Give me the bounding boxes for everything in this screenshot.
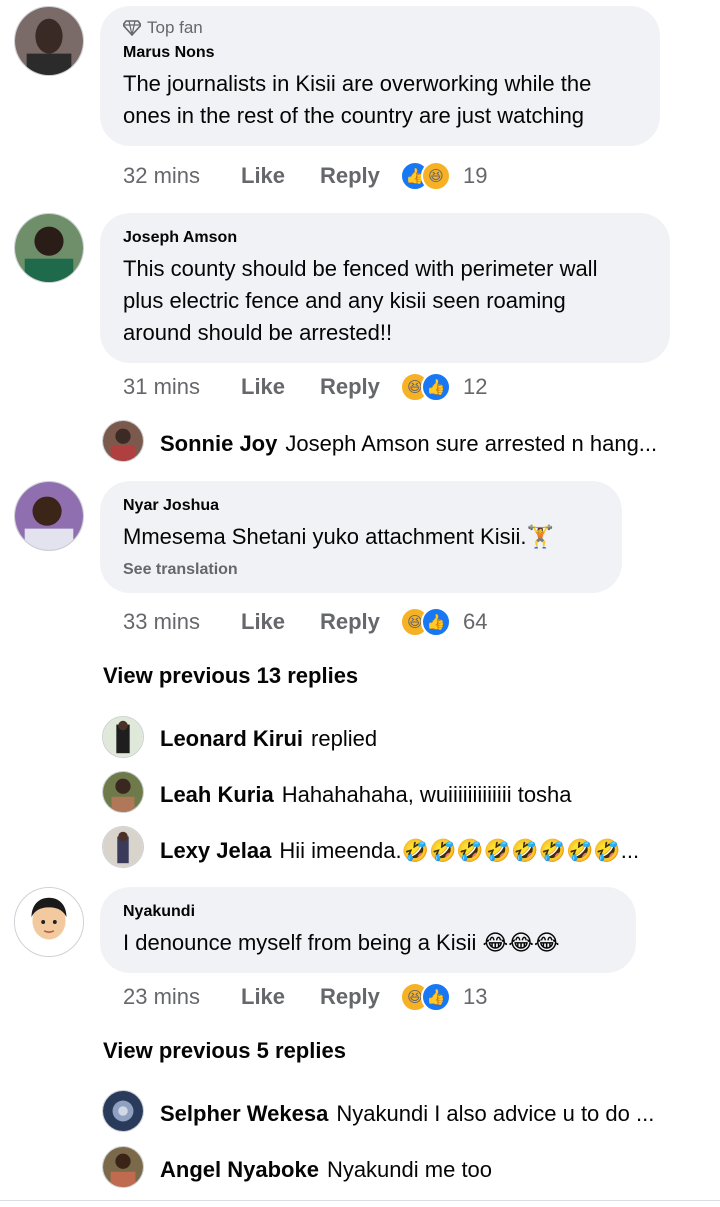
reply-item[interactable]: Sonnie Joy Joseph Amson sure arrested n h… — [160, 427, 700, 461]
thumbs-up-icon: 👍 — [421, 982, 451, 1012]
reply-text: Joseph Amson sure arrested n hang... — [285, 431, 658, 456]
comment-actions: 33 mins Like Reply 😆 👍 64 — [123, 604, 487, 640]
avatar[interactable] — [14, 887, 84, 957]
reply-item[interactable]: Angel Nyaboke Nyakundi me too — [160, 1153, 700, 1187]
comment-actions: 31 mins Like Reply 😆 👍 12 — [123, 369, 487, 405]
comment-author[interactable]: Joseph Amson — [123, 229, 648, 247]
reply-item[interactable]: Lexy Jelaa Hii imeenda.🤣🤣🤣🤣🤣🤣🤣🤣... — [160, 834, 700, 868]
reply-button[interactable]: Reply — [320, 984, 400, 1010]
reply-text: Nyakundi I also advice u to do ... — [336, 1101, 655, 1126]
reply-item[interactable]: Leonard Kirui replied — [160, 722, 700, 756]
reaction-summary[interactable]: 😆 👍 12 — [400, 372, 487, 402]
comment-bubble: Nyakundi I denounce myself from being a … — [100, 887, 636, 973]
reply-author[interactable]: Angel Nyaboke — [160, 1157, 319, 1182]
avatar[interactable] — [102, 1146, 144, 1188]
comment-actions: 23 mins Like Reply 😆 👍 13 — [123, 979, 487, 1015]
reply-text: Nyakundi me too — [326, 1157, 493, 1182]
comment-text: Mmesema Shetani yuko attachment Kisii.🏋 — [123, 524, 554, 549]
reply-author[interactable]: Leonard Kirui — [160, 726, 303, 751]
avatar[interactable] — [102, 826, 144, 868]
avatar[interactable] — [102, 771, 144, 813]
like-button[interactable]: Like — [241, 163, 320, 189]
avatar[interactable] — [14, 213, 84, 283]
see-translation-link[interactable]: See translation — [123, 561, 600, 579]
reply-button[interactable]: Reply — [320, 163, 400, 189]
comment-bubble: Joseph Amson This county should be fence… — [100, 213, 670, 363]
comment-actions: 32 mins Like Reply 👍 😆 19 — [123, 158, 487, 194]
reply-text: Hii imeenda.🤣🤣🤣🤣🤣🤣🤣🤣... — [279, 838, 640, 863]
reply-author[interactable]: Leah Kuria — [160, 782, 274, 807]
comment-time[interactable]: 32 mins — [123, 163, 241, 189]
reaction-summary[interactable]: 😆 👍 64 — [400, 607, 487, 637]
reply-item[interactable]: Leah Kuria Hahahahaha, wuiiiiiiiiiiiii to… — [160, 778, 700, 812]
top-fan-badge: Top fan — [123, 18, 638, 38]
reply-button[interactable]: Reply — [320, 609, 400, 635]
reaction-summary[interactable]: 😆 👍 13 — [400, 982, 487, 1012]
laughing-face-icon: 😆 — [421, 161, 451, 191]
reply-author[interactable]: Lexy Jelaa — [160, 838, 271, 863]
view-previous-replies-link[interactable]: View previous 5 replies — [103, 1038, 346, 1064]
like-button[interactable]: Like — [241, 609, 320, 635]
reaction-count: 19 — [463, 163, 488, 188]
reaction-summary[interactable]: 👍 😆 19 — [400, 161, 487, 191]
reaction-count: 13 — [463, 984, 488, 1009]
comment-author[interactable]: Nyakundi — [123, 903, 614, 921]
comment-time[interactable]: 23 mins — [123, 984, 241, 1010]
badge-label: Top fan — [147, 18, 203, 37]
reply-author[interactable]: Sonnie Joy — [160, 431, 277, 456]
view-previous-replies-link[interactable]: View previous 13 replies — [103, 663, 358, 689]
comment-text: The journalists in Kisii are overworking… — [123, 71, 592, 128]
comment-author[interactable]: Nyar Joshua — [123, 497, 600, 515]
reply-item[interactable]: Selpher Wekesa Nyakundi I also advice u t… — [160, 1097, 700, 1131]
like-button[interactable]: Like — [241, 374, 320, 400]
reaction-count: 64 — [463, 609, 488, 634]
avatar[interactable] — [14, 481, 84, 551]
comment-time[interactable]: 31 mins — [123, 374, 241, 400]
thumbs-up-icon: 👍 — [421, 372, 451, 402]
reply-text: replied — [311, 726, 378, 751]
reply-button[interactable]: Reply — [320, 374, 400, 400]
comment-text: I denounce myself from being a Kisii 😂😂😂 — [123, 930, 560, 955]
divider — [0, 1200, 720, 1201]
thumbs-up-icon: 👍 — [421, 607, 451, 637]
reply-author[interactable]: Selpher Wekesa — [160, 1101, 328, 1126]
comment-author[interactable]: Marus Nons — [123, 44, 638, 62]
avatar[interactable] — [102, 1090, 144, 1132]
diamond-icon — [123, 20, 141, 36]
like-button[interactable]: Like — [241, 984, 320, 1010]
avatar[interactable] — [102, 716, 144, 758]
avatar[interactable] — [102, 420, 144, 462]
comment-time[interactable]: 33 mins — [123, 609, 241, 635]
reaction-count: 12 — [463, 374, 488, 399]
comment-text: This county should be fenced with perime… — [123, 256, 598, 345]
comment-bubble: Top fan Marus Nons The journalists in Ki… — [100, 6, 660, 146]
avatar[interactable] — [14, 6, 84, 76]
reply-text: Hahahahaha, wuiiiiiiiiiiiii tosha — [281, 782, 572, 807]
comment-bubble: Nyar Joshua Mmesema Shetani yuko attachm… — [100, 481, 622, 593]
